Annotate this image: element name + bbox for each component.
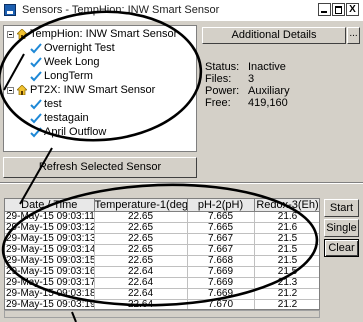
test-label: Overnight Test [44,42,115,54]
table-cell: 21.5 [254,233,319,245]
table-cell: 22.64 [94,277,188,289]
test-label: Week Long [44,56,100,68]
test-label: test [44,98,62,110]
readings-table: Date / Time Temperature-1(degC) pH-2(pH)… [5,199,319,310]
table-row[interactable]: 29-May-15 09:03:18 22.64 7.669 21.2 [5,288,319,300]
table-header-row: Date / Time Temperature-1(degC) pH-2(pH)… [5,199,319,212]
files-value: 3 [248,73,255,85]
status-label: Status: [205,61,240,73]
window-title: Sensors - TempHion: INW Smart Sensor [22,4,220,16]
test-label: testagain [44,112,89,124]
sensor-name: PT2X: INW Smart Sensor [30,84,156,96]
table-cell: 21.5 [254,255,319,267]
test-label: LongTerm [44,70,93,82]
files-label: Files: [205,73,232,85]
table-cell: 21.5 [254,266,319,278]
column-header[interactable]: Date / Time [5,199,95,212]
table-cell: 21.3 [254,277,319,289]
table-cell: 21.5 [254,244,319,256]
check-icon [30,127,42,138]
status-value: Inactive [248,61,286,73]
table-cell: 29-May-15 09:03:19 [5,299,95,310]
check-icon [30,71,42,82]
check-icon [30,99,42,110]
table-cell: 7.667 [187,233,255,245]
table-cell: 22.65 [94,211,188,223]
table-row[interactable]: 29-May-15 09:03:12 22.65 7.665 21.6 [5,222,319,234]
table-row[interactable]: 29-May-15 09:03:11 22.65 7.665 21.6 [5,211,319,223]
sensor-name: TempHion: INW Smart Sensor [30,28,178,40]
divider [0,183,363,184]
title-bar[interactable]: Sensors - TempHion: INW Smart Sensor X [0,0,363,21]
table-cell: 22.65 [94,255,188,267]
minimize-button[interactable] [318,3,331,16]
table-cell: 21.6 [254,222,319,234]
table-cell: 21.2 [254,288,319,300]
close-icon: X [349,4,356,15]
table-cell: 7.669 [187,277,255,289]
table-body: 29-May-15 09:03:11 22.65 7.665 21.6 29-May-1… [5,211,319,310]
sensors-window: Sensors - TempHion: INW Smart Sensor X T… [0,0,363,322]
sensor-icon [17,85,27,95]
column-header[interactable]: pH-2(pH) [187,199,255,212]
single-button[interactable]: Single [324,219,359,237]
table-row[interactable]: 29-May-15 09:03:15 22.65 7.668 21.5 [5,255,319,267]
clear-button[interactable]: Clear [324,239,359,257]
table-cell: 22.64 [94,288,188,300]
table-cell: 7.669 [187,288,255,300]
table-cell: 21.2 [254,299,319,309]
table-row[interactable]: 29-May-15 09:03:17 22.64 7.669 21.3 [5,277,319,289]
collapse-icon[interactable] [7,87,14,94]
check-icon [30,113,42,124]
table-cell: 7.670 [187,299,255,309]
app-icon [4,4,16,16]
tree-sensor-pt2x[interactable]: PT2X: INW Smart Sensor [7,84,195,97]
table-cell: 29-May-15 09:03:13 [5,233,95,245]
table-cell: 7.668 [187,255,255,267]
close-button[interactable]: X [346,3,359,16]
power-label: Power: [205,85,240,97]
table-cell: 22.65 [94,222,188,234]
table-cell: 22.64 [94,266,188,278]
test-label: April Outflow [44,126,107,138]
table-row[interactable]: 29-May-15 09:03:13 22.65 7.667 21.5 [5,233,319,245]
free-label: Free: [205,97,231,109]
sensor-icon [17,29,27,39]
ellipsis-button[interactable]: ... [347,27,360,44]
check-icon [30,57,42,68]
table-cell: 7.665 [187,222,255,234]
readings-grid[interactable]: Date / Time Temperature-1(degC) pH-2(pH)… [4,198,320,310]
horizontal-scrollbar[interactable] [4,310,320,318]
maximize-button[interactable] [332,3,345,16]
free-value: 419,160 [248,97,288,109]
check-icon [30,43,42,54]
table-cell: 7.669 [187,266,255,278]
table-cell: 29-May-15 09:03:17 [5,277,95,289]
table-cell: 21.6 [254,211,319,223]
collapse-icon[interactable] [7,31,14,38]
column-header[interactable]: Redox-3(Eh) [254,199,319,212]
power-value: Auxiliary [248,85,290,97]
additional-details-button[interactable]: Additional Details [202,27,346,44]
table-cell: 22.64 [94,299,188,309]
table-cell: 22.65 [94,233,188,245]
table-cell: 29-May-15 09:03:18 [5,288,95,300]
table-cell: 7.667 [187,244,255,256]
refresh-sensor-button[interactable]: Refresh Selected Sensor [3,157,197,178]
table-row[interactable]: 29-May-15 09:03:16 22.64 7.669 21.5 [5,266,319,278]
start-button[interactable]: Start [324,199,359,217]
table-cell: 22.65 [94,244,188,256]
table-cell: 7.665 [187,211,255,223]
table-cell: 29-May-15 09:03:11 [5,211,95,223]
column-header[interactable]: Temperature-1(degC) [94,199,188,212]
table-row[interactable]: 29-May-15 09:03:19 22.64 7.670 21.2 [5,299,319,310]
table-row[interactable]: 29-May-15 09:03:14 22.65 7.667 21.5 [5,244,319,256]
table-cell: 29-May-15 09:03:16 [5,266,95,278]
table-cell: 29-May-15 09:03:15 [5,255,95,267]
sensor-tree[interactable]: TempHion: INW Smart Sensor Overnight Tes… [3,25,197,152]
table-cell: 29-May-15 09:03:14 [5,244,95,256]
tree-sensor-temphion[interactable]: TempHion: INW Smart Sensor [7,28,195,41]
table-cell: 29-May-15 09:03:12 [5,222,95,234]
